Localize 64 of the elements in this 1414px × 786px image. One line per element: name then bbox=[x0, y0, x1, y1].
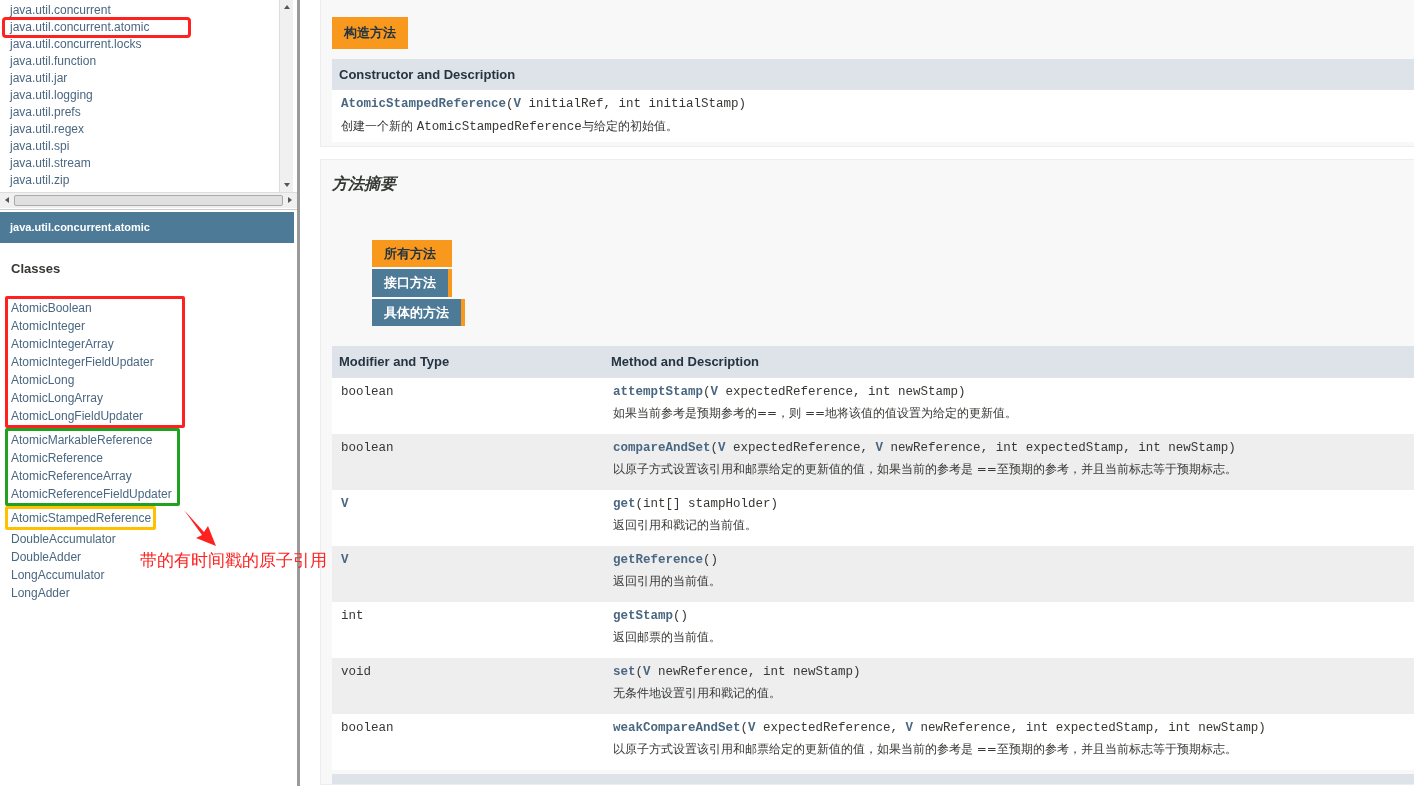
method-description: 无条件地设置引用和戳记的值。 bbox=[613, 685, 781, 703]
modifier-type: void bbox=[341, 663, 371, 681]
constructor-signature[interactable]: AtomicStampedReference(V initialRef, int initialStamp) bbox=[341, 95, 1405, 114]
package-title-bar: java.util.concurrent.atomic bbox=[0, 212, 294, 243]
class-link[interactable]: AtomicIntegerArray bbox=[8, 335, 114, 353]
class-link[interactable]: AtomicLong bbox=[8, 371, 75, 389]
column-header: Modifier and Type bbox=[332, 346, 604, 378]
method-description: 以原子方式设置该引用和邮票给定的更新值的值，如果当前的参考是 ==至预期的参考，并且当前标志等于预期标志。 bbox=[613, 461, 1237, 479]
method-signature[interactable]: weakCompareAndSet(V expectedReference, V newReference, int expectedStamp, int newStamp) bbox=[613, 718, 1266, 738]
class-link[interactable]: AtomicReferenceFieldUpdater bbox=[8, 485, 172, 503]
package-link[interactable]: java.util.stream bbox=[4, 155, 97, 172]
scroll-thumb[interactable] bbox=[14, 195, 283, 206]
package-link[interactable]: java.util.regex bbox=[4, 121, 91, 138]
class-link[interactable]: DoubleAccumulator bbox=[8, 530, 116, 548]
modifier-type: boolean bbox=[341, 719, 394, 737]
class-link[interactable]: AtomicIntegerFieldUpdater bbox=[8, 353, 154, 371]
classes-heading: Classes bbox=[11, 259, 62, 278]
method-signature[interactable]: getReference() bbox=[613, 550, 719, 570]
package-link[interactable]: java.util.prefs bbox=[4, 104, 87, 121]
modifier-type: V bbox=[341, 495, 349, 513]
class-link[interactable]: AtomicReferenceArray bbox=[8, 467, 132, 485]
package-link[interactable]: java.util.concurrent bbox=[4, 2, 117, 19]
scroll-down-icon[interactable] bbox=[283, 181, 291, 189]
class-link[interactable]: AtomicReference bbox=[8, 449, 104, 467]
constructor-description: 创建一个新的 AtomicStampedReference与给定的初始值。 bbox=[341, 117, 679, 136]
horizontal-scrollbar[interactable] bbox=[0, 192, 297, 208]
class-link[interactable]: AtomicBoolean bbox=[8, 299, 92, 317]
method-signature[interactable]: getStamp() bbox=[613, 606, 689, 626]
column-header: Method and Description bbox=[604, 346, 1414, 378]
scroll-up-icon[interactable] bbox=[283, 3, 291, 11]
modifier-type: int bbox=[341, 607, 364, 625]
class-link[interactable]: AtomicLongArray bbox=[8, 389, 104, 407]
class-link[interactable]: AtomicLongFieldUpdater bbox=[8, 407, 144, 425]
method-description: 返回引用的当前值。 bbox=[613, 573, 721, 591]
class-link[interactable]: DoubleAdder bbox=[8, 548, 82, 566]
annotation-text: 带的有时间戳的原子引用 bbox=[140, 550, 327, 572]
class-link[interactable]: AtomicStampedReference bbox=[8, 509, 152, 527]
class-link[interactable]: LongAccumulator bbox=[8, 566, 105, 584]
scroll-left-icon[interactable] bbox=[3, 196, 11, 204]
package-link[interactable]: java.util.jar bbox=[4, 70, 74, 87]
method-signature[interactable]: attemptStamp(V expectedReference, int newStamp) bbox=[613, 382, 966, 402]
modifier-type: V bbox=[341, 551, 349, 569]
column-header: Constructor and Description bbox=[332, 58, 1414, 90]
class-link[interactable]: LongAdder bbox=[8, 584, 70, 602]
method-signature[interactable]: get(int[] stampHolder) bbox=[613, 494, 779, 514]
package-link[interactable]: java.util.zip bbox=[4, 172, 76, 189]
package-link[interactable]: java.util.spi bbox=[4, 138, 76, 155]
method-description: 返回邮票的当前值。 bbox=[613, 629, 721, 647]
class-link[interactable]: AtomicInteger bbox=[8, 317, 86, 335]
method-signature[interactable]: compareAndSet(V expectedReference, V newReference, int expectedStamp, int newStamp) bbox=[613, 438, 1236, 458]
package-link[interactable]: java.util.function bbox=[4, 53, 103, 70]
method-description: 如果当前参考是预期参考的==，则 ==地将该值的值设置为给定的更新值。 bbox=[613, 405, 1018, 423]
vertical-scrollbar[interactable] bbox=[279, 0, 293, 192]
package-link[interactable]: java.util.concurrent.locks bbox=[4, 36, 148, 53]
package-link[interactable]: java.util.logging bbox=[4, 87, 99, 104]
scroll-right-icon[interactable] bbox=[286, 196, 294, 204]
class-link[interactable]: AtomicMarkableReference bbox=[8, 431, 153, 449]
section-title: 方法摘要 bbox=[332, 173, 399, 194]
method-signature[interactable]: set(V newReference, int newStamp) bbox=[613, 662, 861, 682]
package-link[interactable]: java.util.concurrent.atomic bbox=[4, 19, 190, 36]
modifier-type: boolean bbox=[341, 439, 394, 457]
method-description: 返回引用和戳记的当前值。 bbox=[613, 517, 757, 535]
modifier-type: boolean bbox=[341, 383, 394, 401]
method-description: 以原子方式设置该引用和邮票给定的更新值的值，如果当前的参考是 ==至预期的参考，并且当前标志等于预期标志。 bbox=[613, 741, 1237, 759]
